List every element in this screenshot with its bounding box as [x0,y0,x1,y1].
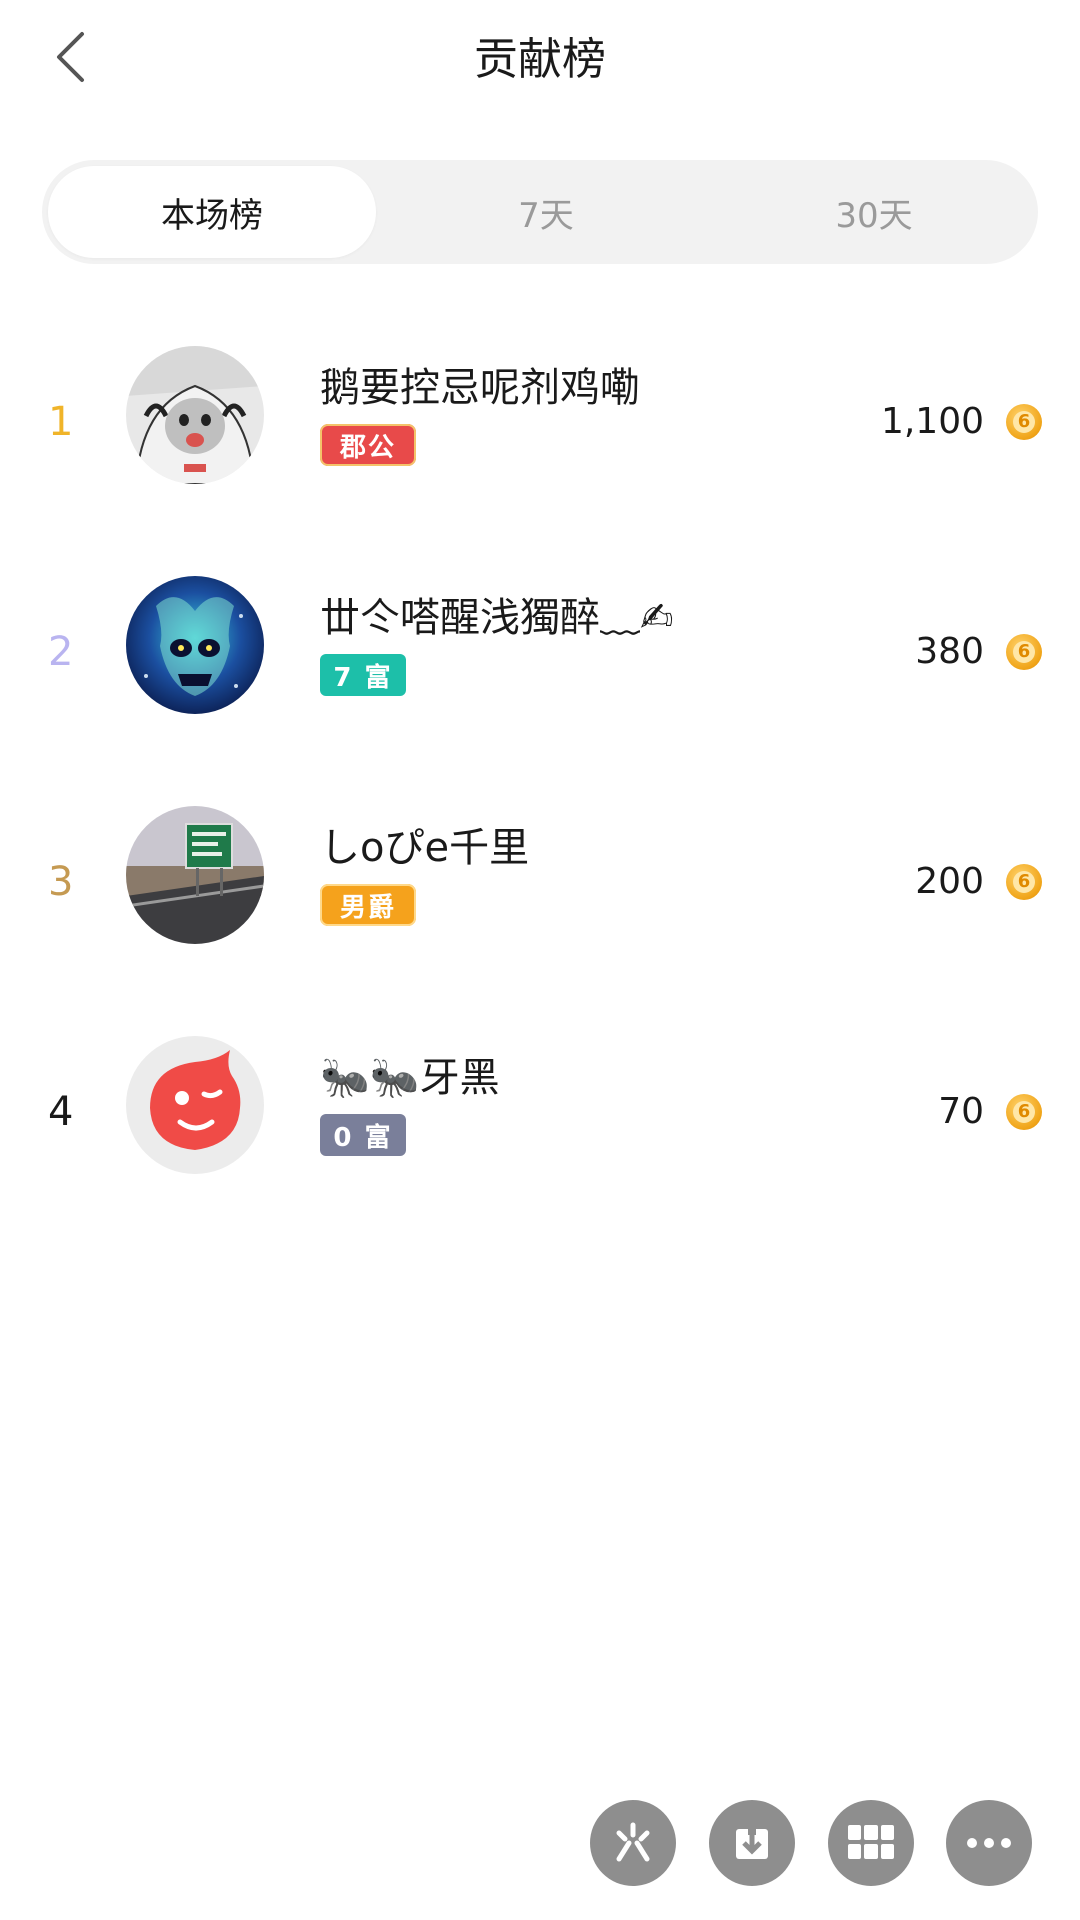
user-name: 鹅要控忌呢剂鸡嘞 [320,365,640,411]
coin-icon: 6 [1006,864,1042,900]
list-item[interactable]: 4 🐜🐜牙黑 0 富 70 6 [0,1010,1080,1240]
score-value: 380 [915,631,984,672]
grid-icon [848,1825,894,1859]
contribution-list: 1 鹅要控忌呢剂鸡嘞 郡公 1,100 6 2 丗仒嗒醒浅獨醉﹏✍ 7 富 38… [0,320,1080,1240]
status-badge: 男爵 [320,884,416,926]
avatar[interactable] [126,806,264,944]
score-value: 70 [938,1091,984,1132]
user-name: 丗仒嗒醒浅獨醉﹏✍ [320,595,674,641]
bottom-actions [0,1800,1080,1890]
coin-icon: 6 [1006,634,1042,670]
list-item[interactable]: 3 しoぴe千里 男爵 200 6 [0,780,1080,1010]
avatar[interactable] [126,346,264,484]
coin-icon: 6 [1006,404,1042,440]
page-title: 贡献榜 [474,34,606,85]
list-item[interactable]: 2 丗仒嗒醒浅獨醉﹏✍ 7 富 380 6 [0,550,1080,780]
avatar[interactable] [126,1036,264,1174]
user-name: しoぴe千里 [320,825,530,871]
tab-bar: 本场榜 7天 30天 [42,160,1038,264]
sparkle-icon [616,1822,650,1862]
rank-number: 1 [48,399,74,445]
score-value: 200 [915,861,984,902]
more-icon [967,1838,1011,1848]
share-button[interactable] [590,1800,676,1886]
rank-number: 4 [48,1089,74,1135]
tab-30-days[interactable]: 30天 [710,160,1038,264]
list-item[interactable]: 1 鹅要控忌呢剂鸡嘞 郡公 1,100 6 [0,320,1080,550]
avatar[interactable] [126,576,264,714]
header: 贡献榜 [0,0,1080,120]
user-name: 🐜🐜牙黑 [320,1055,500,1101]
more-button[interactable] [946,1800,1032,1886]
tab-this-session[interactable]: 本场榜 [48,166,376,258]
status-badge: 0 富 [320,1114,406,1156]
status-badge: 7 富 [320,654,406,696]
download-button[interactable] [709,1800,795,1886]
tab-7-days[interactable]: 7天 [382,160,710,264]
rank-number: 2 [48,629,74,675]
coin-icon: 6 [1006,1094,1042,1130]
status-badge: 郡公 [320,424,416,466]
grid-button[interactable] [828,1800,914,1886]
rank-number: 3 [48,859,74,905]
score-value: 1,100 [880,401,984,442]
download-icon [736,1823,768,1859]
